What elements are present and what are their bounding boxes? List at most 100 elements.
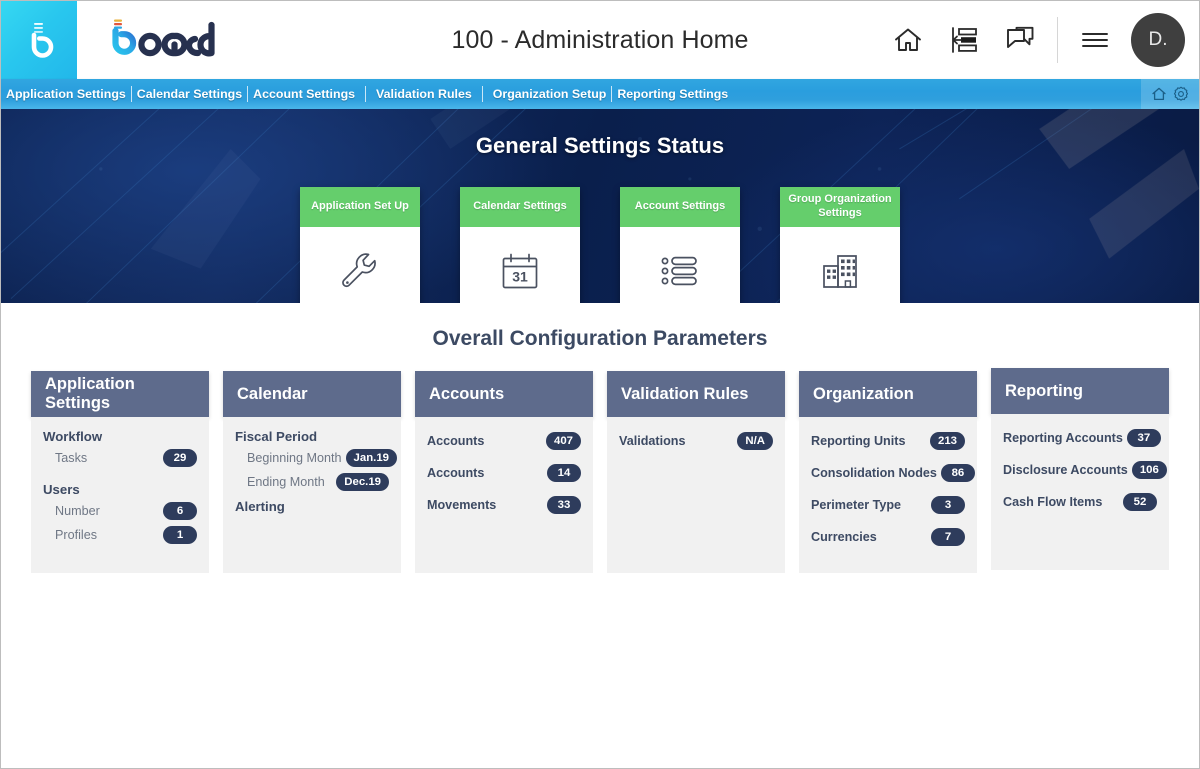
gear-icon[interactable] [1173,86,1189,102]
board-wordmark-icon [107,17,215,61]
row-label: Beginning Month [247,451,342,465]
group-label: Users [43,482,197,497]
status-badge: 14 [547,464,581,482]
card-title: Reporting [991,368,1169,414]
nav-item-account-settings[interactable]: Account Settings [248,79,360,109]
row-label: Consolidation Nodes [811,466,937,480]
nav-item-organization-setup[interactable]: Organization Setup [488,79,612,109]
table-row[interactable]: Currencies 7 [811,525,965,548]
status-badge: 407 [546,432,581,450]
header-divider [1057,17,1058,63]
table-row[interactable]: Accounts 14 [427,461,581,484]
tile-icon-area: 31 [460,227,580,303]
avatar-initials: D. [1149,29,1168,51]
status-badge: 33 [547,496,581,514]
table-row[interactable]: Reporting Accounts 37 [1003,426,1157,449]
row-label: Reporting Accounts [1003,431,1123,445]
tile-group-organization-settings[interactable]: Group Organization Settings [780,187,900,303]
row-label: Profiles [55,528,97,542]
main-content: Overall Configuration Parameters Applica… [1,303,1199,769]
group-label: Fiscal Period [235,429,389,444]
tile-account-settings[interactable]: Account Settings [620,187,740,303]
table-row[interactable]: Ending Month Dec.19 [235,470,389,493]
card-validation-rules: Validation Rules Validations N/A [607,371,785,573]
calendar-day-number: 31 [512,269,528,285]
comment-icon[interactable] [992,11,1048,69]
card-title: Accounts [415,371,593,417]
status-badge: 52 [1123,493,1157,511]
card-body: Reporting Accounts 37 Disclosure Account… [991,414,1169,570]
row-label: Cash Flow Items [1003,495,1102,509]
wrench-icon [337,248,383,294]
card-organization: Organization Reporting Units 213 Consoli… [799,371,977,573]
banner-title: General Settings Status [1,133,1199,159]
table-row[interactable]: Number 6 [43,499,197,522]
board-logo-tile[interactable] [1,1,77,79]
card-body: Accounts 407 Accounts 14 Movements 33 [415,417,593,573]
brand-wordmark [107,1,215,79]
status-badge: 6 [163,502,197,520]
board-b-logo-icon [22,20,56,60]
row-label: Number [55,504,100,518]
banner: General Settings Status Application Set … [1,109,1199,303]
list-icon [657,248,703,294]
table-row[interactable]: Reporting Units 213 [811,429,965,452]
table-row[interactable]: Beginning Month Jan.19 [235,446,389,469]
status-badge: 86 [941,464,975,482]
avatar[interactable]: D. [1131,13,1185,67]
card-body: Workflow Tasks 29 Users Number 6 Profile… [31,417,209,573]
home-icon[interactable] [880,11,936,69]
table-row[interactable]: Validations N/A [619,429,773,452]
row-label: Movements [427,498,496,512]
header-actions: D. [880,1,1199,79]
status-badge: 1 [163,526,197,544]
card-body: Validations N/A [607,417,785,573]
card-body: Reporting Units 213 Consolidation Nodes … [799,417,977,573]
table-row[interactable]: Profiles 1 [43,523,197,546]
card-application-settings: Application Settings Workflow Tasks 29 U… [31,371,209,573]
status-badge: Dec.19 [336,473,389,491]
table-row[interactable]: Accounts 407 [427,429,581,452]
row-label: Accounts [427,466,484,480]
tile-icon-area [300,227,420,303]
card-body: Fiscal Period Beginning Month Jan.19 End… [223,417,401,573]
table-row[interactable]: Consolidation Nodes 86 [811,461,965,484]
status-badge: Jan.19 [346,449,397,467]
main-navigation-bar: Application Settings Calendar Settings A… [1,79,1199,109]
nav-item-application-settings[interactable]: Application Settings [1,79,131,109]
status-badge: 37 [1127,429,1161,447]
home-icon[interactable] [1151,86,1167,102]
tile-calendar-settings[interactable]: Calendar Settings 31 [460,187,580,303]
hamburger-menu-icon[interactable] [1067,11,1123,69]
row-label: Currencies [811,530,877,544]
application-window: 100 - Administration Home [0,0,1200,769]
table-row[interactable]: Cash Flow Items 52 [1003,490,1157,513]
tile-label: Account Settings [620,187,740,227]
calendar-icon: 31 [497,248,543,294]
row-label: Perimeter Type [811,498,901,512]
nav-item-reporting-settings[interactable]: Reporting Settings [612,79,733,109]
row-label: Tasks [55,451,87,465]
card-title: Organization [799,371,977,417]
status-tiles: Application Set Up Calendar Settings [1,187,1199,303]
status-badge: N/A [737,432,773,450]
nav-item-calendar-settings[interactable]: Calendar Settings [132,79,247,109]
tile-label: Calendar Settings [460,187,580,227]
table-row[interactable]: Movements 33 [427,493,581,516]
status-badge: 7 [931,528,965,546]
table-row[interactable]: Perimeter Type 3 [811,493,965,516]
spacer [43,470,197,482]
row-label: Accounts [427,434,484,448]
status-badge: 3 [931,496,965,514]
row-label: Ending Month [247,475,325,489]
nav-right-actions [1141,79,1199,109]
nav-item-validation-rules[interactable]: Validation Rules [371,79,477,109]
table-row[interactable]: Tasks 29 [43,446,197,469]
card-calendar: Calendar Fiscal Period Beginning Month J… [223,371,401,573]
group-label: Workflow [43,429,197,444]
table-row[interactable]: Disclosure Accounts 106 [1003,458,1157,481]
status-badge: 29 [163,449,197,467]
tile-application-set-up[interactable]: Application Set Up [300,187,420,303]
card-title: Validation Rules [607,371,785,417]
layout-icon[interactable] [936,11,992,69]
